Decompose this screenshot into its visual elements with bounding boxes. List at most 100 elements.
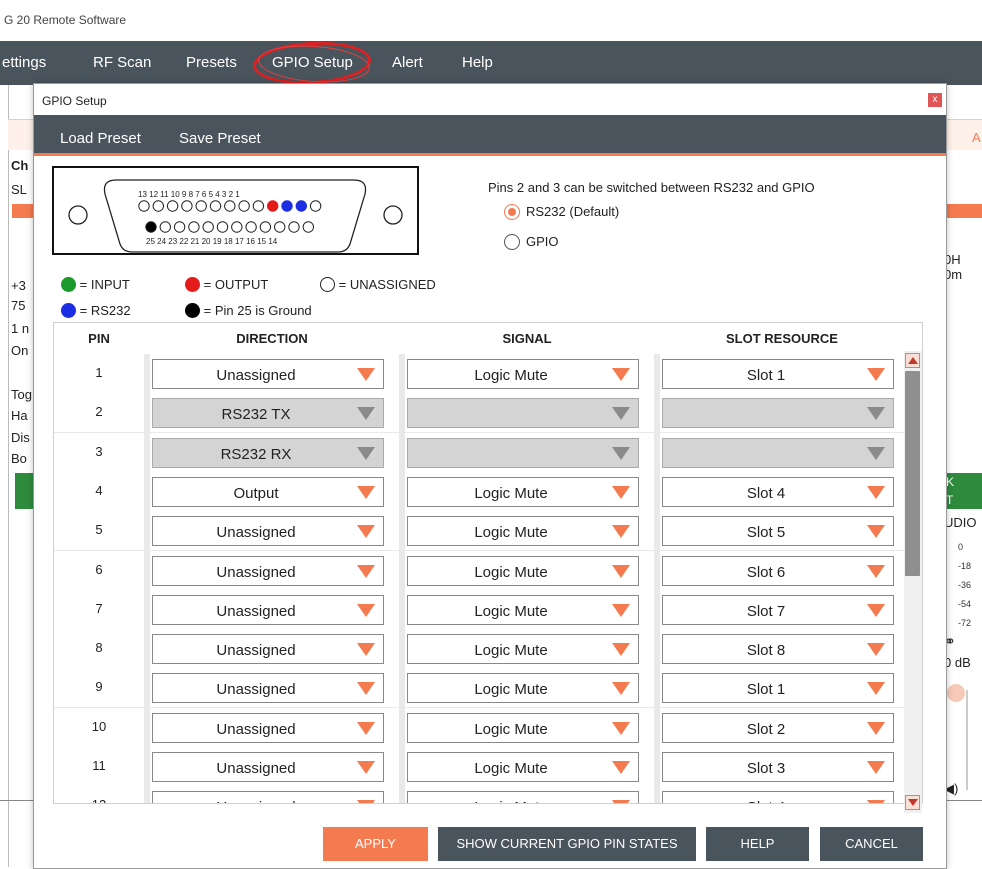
- dropdown-arrow-icon[interactable]: [357, 603, 375, 617]
- dropdown-arrow-icon[interactable]: [357, 761, 375, 774]
- dropdown-arrow-icon[interactable]: [612, 643, 630, 657]
- mount-hole-icon: [383, 205, 403, 225]
- dropdown-arrow-icon[interactable]: [612, 485, 630, 499]
- slot-cell: Slot 6: [660, 550, 909, 590]
- menu-presets[interactable]: Presets: [186, 54, 237, 71]
- bg-volume-knob[interactable]: [947, 684, 965, 702]
- dropdown-arrow-icon[interactable]: [612, 761, 630, 774]
- slot-resource-dropdown[interactable]: Slot 8: [662, 634, 894, 665]
- direction-dropdown[interactable]: Unassigned: [152, 359, 384, 389]
- dropdown-arrow-icon[interactable]: [612, 603, 630, 617]
- blue-dot-icon: [61, 303, 76, 318]
- slot-resource-dropdown[interactable]: Slot 7: [662, 594, 894, 625]
- scroll-down-icon[interactable]: [905, 795, 920, 810]
- dropdown-arrow-icon[interactable]: [357, 800, 375, 803]
- menu-help[interactable]: Help: [462, 54, 493, 71]
- signal-dropdown-value: Logic Mute: [474, 720, 548, 738]
- signal-dropdown[interactable]: Logic Mute: [407, 476, 639, 507]
- direction-dropdown[interactable]: Unassigned: [152, 712, 384, 743]
- slot-resource-dropdown[interactable]: Slot 4: [662, 791, 894, 803]
- signal-dropdown[interactable]: Logic Mute: [407, 555, 639, 586]
- dropdown-arrow-icon[interactable]: [357, 721, 375, 735]
- load-preset-menu[interactable]: Load Preset: [60, 130, 141, 147]
- direction-dropdown[interactable]: Unassigned: [152, 516, 384, 547]
- dropdown-arrow-icon[interactable]: [357, 643, 375, 657]
- radio-unselected-icon[interactable]: [504, 234, 520, 250]
- signal-dropdown: [407, 398, 639, 429]
- radio-rs232-default[interactable]: RS232 (Default): [504, 204, 619, 220]
- signal-dropdown[interactable]: Logic Mute: [407, 791, 639, 803]
- dropdown-arrow-icon[interactable]: [867, 643, 885, 657]
- slot-resource-dropdown[interactable]: Slot 6: [662, 555, 894, 586]
- menu-settings[interactable]: ettings: [2, 54, 46, 71]
- scroll-thumb[interactable]: [905, 371, 920, 576]
- dropdown-arrow-icon[interactable]: [357, 368, 375, 381]
- signal-cell: Logic Mute: [405, 511, 654, 551]
- dropdown-arrow-icon[interactable]: [612, 721, 630, 735]
- legend-output: = OUTPUT: [185, 277, 268, 292]
- dropdown-arrow-icon[interactable]: [612, 682, 630, 696]
- signal-dropdown[interactable]: Logic Mute: [407, 594, 639, 625]
- radio-selected-icon[interactable]: [504, 204, 520, 220]
- apply-button[interactable]: APPLY: [323, 827, 428, 861]
- direction-dropdown[interactable]: Unassigned: [152, 752, 384, 782]
- dropdown-arrow-icon[interactable]: [867, 525, 885, 539]
- dropdown-arrow-icon[interactable]: [867, 721, 885, 735]
- direction-dropdown[interactable]: Unassigned: [152, 555, 384, 586]
- dropdown-arrow-icon[interactable]: [867, 761, 885, 774]
- dropdown-arrow-icon[interactable]: [357, 525, 375, 539]
- radio-gpio[interactable]: GPIO: [504, 234, 559, 250]
- direction-dropdown[interactable]: Unassigned: [152, 594, 384, 625]
- dropdown-arrow-icon[interactable]: [867, 368, 885, 381]
- dropdown-arrow-icon[interactable]: [612, 800, 630, 803]
- slot-resource-dropdown-value: Slot 3: [746, 760, 786, 777]
- signal-dropdown[interactable]: Logic Mute: [407, 516, 639, 547]
- dropdown-arrow-icon[interactable]: [867, 485, 885, 499]
- dropdown-arrow-icon[interactable]: [867, 800, 885, 803]
- bg-label: 75: [11, 298, 26, 313]
- meter-tick: 0: [958, 542, 964, 552]
- table-row: 8 Unassigned Logic Mute Slot 8: [54, 629, 909, 669]
- signal-dropdown[interactable]: Logic Mute: [407, 752, 639, 782]
- signal-dropdown[interactable]: Logic Mute: [407, 359, 639, 389]
- slot-resource-dropdown[interactable]: Slot 4: [662, 476, 894, 507]
- close-icon[interactable]: x: [928, 93, 942, 107]
- slot-cell: Slot 3: [660, 747, 909, 786]
- slot-resource-dropdown[interactable]: Slot 1: [662, 673, 894, 704]
- grid-scrollbar[interactable]: [904, 351, 922, 813]
- dropdown-arrow-icon[interactable]: [867, 564, 885, 578]
- direction-dropdown[interactable]: Unassigned: [152, 634, 384, 665]
- scroll-up-icon[interactable]: [905, 353, 920, 368]
- dropdown-arrow-icon[interactable]: [612, 525, 630, 539]
- direction-dropdown[interactable]: Unassigned: [152, 673, 384, 704]
- dropdown-arrow-icon[interactable]: [867, 603, 885, 617]
- bg-db-label: 0 dB: [944, 655, 971, 670]
- pin-18-dot: [245, 221, 257, 233]
- show-pin-states-button[interactable]: SHOW CURRENT GPIO PIN STATES: [438, 827, 696, 861]
- dropdown-arrow-icon[interactable]: [357, 485, 375, 499]
- dropdown-arrow-icon[interactable]: [612, 368, 630, 381]
- dropdown-arrow-icon[interactable]: [867, 682, 885, 696]
- red-dot-icon: [185, 277, 200, 292]
- slot-resource-dropdown[interactable]: Slot 5: [662, 516, 894, 547]
- dropdown-arrow-icon[interactable]: [612, 564, 630, 578]
- legend-ground: = Pin 25 is Ground: [185, 303, 312, 318]
- pin-8-dot: [209, 200, 222, 212]
- menu-alert[interactable]: Alert: [392, 54, 423, 71]
- direction-dropdown-value: Unassigned: [216, 367, 296, 384]
- dropdown-arrow-icon: [357, 446, 375, 460]
- cancel-button[interactable]: CANCEL: [820, 827, 923, 861]
- signal-dropdown[interactable]: Logic Mute: [407, 712, 639, 743]
- signal-dropdown[interactable]: Logic Mute: [407, 634, 639, 665]
- dropdown-arrow-icon[interactable]: [357, 682, 375, 696]
- direction-dropdown[interactable]: Output: [152, 476, 384, 507]
- help-button[interactable]: HELP: [706, 827, 809, 861]
- menu-rf-scan[interactable]: RF Scan: [93, 54, 151, 71]
- save-preset-menu[interactable]: Save Preset: [179, 130, 261, 147]
- dropdown-arrow-icon[interactable]: [357, 564, 375, 578]
- slot-resource-dropdown[interactable]: Slot 2: [662, 712, 894, 743]
- slot-resource-dropdown[interactable]: Slot 1: [662, 359, 894, 389]
- direction-dropdown[interactable]: Unassigned: [152, 791, 384, 803]
- signal-dropdown[interactable]: Logic Mute: [407, 673, 639, 704]
- slot-resource-dropdown[interactable]: Slot 3: [662, 752, 894, 782]
